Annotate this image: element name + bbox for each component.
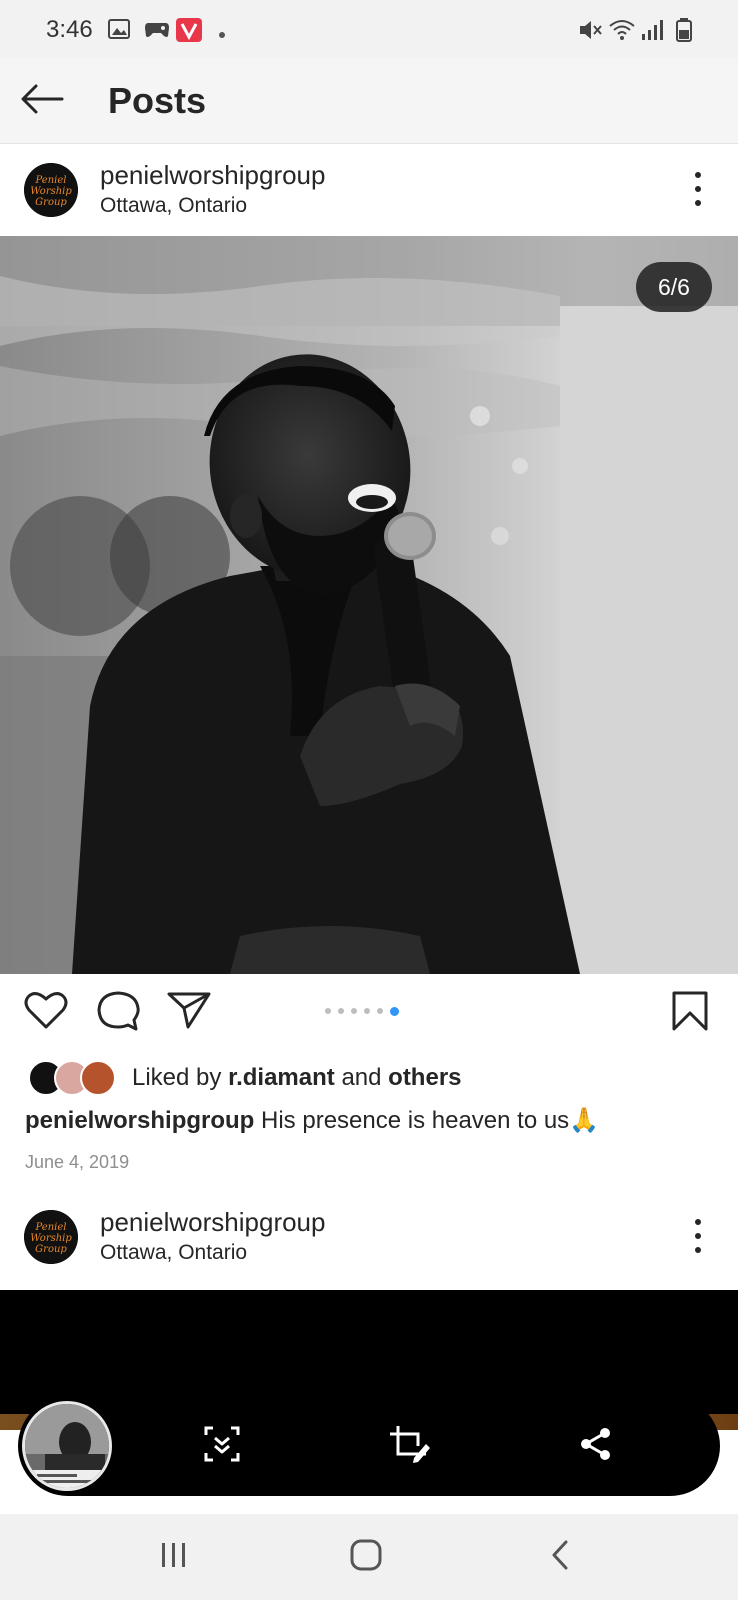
carousel-dot [377, 1008, 383, 1014]
liked-by-prefix: Liked by [132, 1064, 222, 1091]
post-caption: penielworshipgroup His presence is heave… [25, 1106, 599, 1135]
post-image[interactable]: 6/6 [0, 236, 738, 974]
liked-by-others[interactable]: others [388, 1064, 461, 1091]
logo-text-2: Worship [30, 186, 72, 197]
post-actions [0, 980, 738, 1042]
likes-row[interactable]: Liked by r.diamant and others [28, 1060, 462, 1096]
recents-button[interactable] [144, 1534, 204, 1580]
more-dot [695, 172, 701, 178]
carousel-dot [351, 1008, 357, 1014]
back-icon [548, 1538, 572, 1577]
mute-icon [578, 18, 604, 47]
post-header: Peniel Worship Group penielworshipgroup … [0, 146, 738, 232]
scroll-capture-button[interactable] [200, 1424, 244, 1468]
post-date: June 4, 2019 [25, 1152, 130, 1172]
more-dot [695, 1219, 701, 1225]
status-time: 3:46 [46, 16, 93, 43]
nav-back-button[interactable] [530, 1534, 590, 1580]
carousel-dot [325, 1008, 331, 1014]
battery-icon [676, 18, 692, 47]
wifi-icon [608, 18, 636, 47]
status-bar: 3:46 [0, 0, 738, 58]
save-bookmark-icon[interactable] [670, 990, 710, 1037]
signal-icon [640, 18, 664, 47]
logo-text-1: Peniel [35, 1222, 67, 1233]
logo-text-3: Group [35, 197, 67, 208]
caption-text: His presence is heaven to us🙏 [261, 1107, 600, 1134]
liker-avatar [80, 1060, 116, 1096]
page-title: Posts [108, 80, 207, 121]
singer-photo [0, 236, 738, 974]
logo-text-2: Worship [30, 1233, 72, 1244]
avatar[interactable]: Peniel Worship Group [24, 163, 78, 217]
carousel-dot [338, 1008, 344, 1014]
post-location[interactable]: Ottawa, Ontario [100, 194, 247, 218]
more-dot-icon [218, 26, 226, 44]
screenshot-toolbar [18, 1396, 720, 1496]
more-dot [695, 1233, 701, 1239]
home-icon [349, 1538, 383, 1577]
recents-icon [159, 1541, 189, 1574]
crop-edit-button[interactable] [388, 1424, 432, 1468]
like-heart-icon[interactable] [24, 990, 68, 1035]
logo-text-1: Peniel [35, 175, 67, 186]
more-dot [695, 1247, 701, 1253]
scroll-capture-icon [203, 1425, 241, 1468]
likes-text: Liked by r.diamant and others [132, 1064, 462, 1092]
more-options-button[interactable] [688, 172, 708, 206]
next-post-username[interactable]: penielworshipgroup [100, 1207, 325, 1238]
caption-username[interactable]: penielworshipgroup [25, 1107, 254, 1134]
system-nav-bar [0, 1514, 738, 1600]
more-dot [695, 186, 701, 192]
liked-by-user[interactable]: r.diamant [228, 1064, 335, 1091]
liked-by-and: and [341, 1064, 382, 1091]
v-app-icon [176, 18, 202, 47]
share-button[interactable] [574, 1424, 618, 1468]
carousel-dot [364, 1008, 370, 1014]
post-username[interactable]: penielworshipgroup [100, 160, 325, 191]
next-post-location[interactable]: Ottawa, Ontario [100, 1241, 247, 1265]
image-icon [108, 18, 130, 45]
carousel-dot-active [390, 1007, 399, 1016]
share-icon [579, 1426, 613, 1467]
gamepad-icon [144, 18, 170, 45]
screenshot-thumbnail[interactable] [22, 1401, 112, 1491]
comment-icon[interactable] [96, 990, 140, 1037]
image-counter-badge: 6/6 [636, 262, 712, 312]
arrow-left-icon [20, 84, 64, 119]
carousel-indicator [325, 1007, 399, 1016]
crop-edit-icon [388, 1424, 432, 1469]
next-post-header: Peniel Worship Group penielworshipgroup … [0, 1193, 738, 1279]
send-icon[interactable] [166, 990, 212, 1035]
app-bar: Posts [0, 58, 738, 144]
more-options-button[interactable] [688, 1219, 708, 1253]
back-button[interactable] [14, 78, 70, 124]
logo-text-3: Group [35, 1244, 67, 1255]
avatar[interactable]: Peniel Worship Group [24, 1210, 78, 1264]
more-dot [695, 200, 701, 206]
home-button[interactable] [336, 1534, 396, 1580]
